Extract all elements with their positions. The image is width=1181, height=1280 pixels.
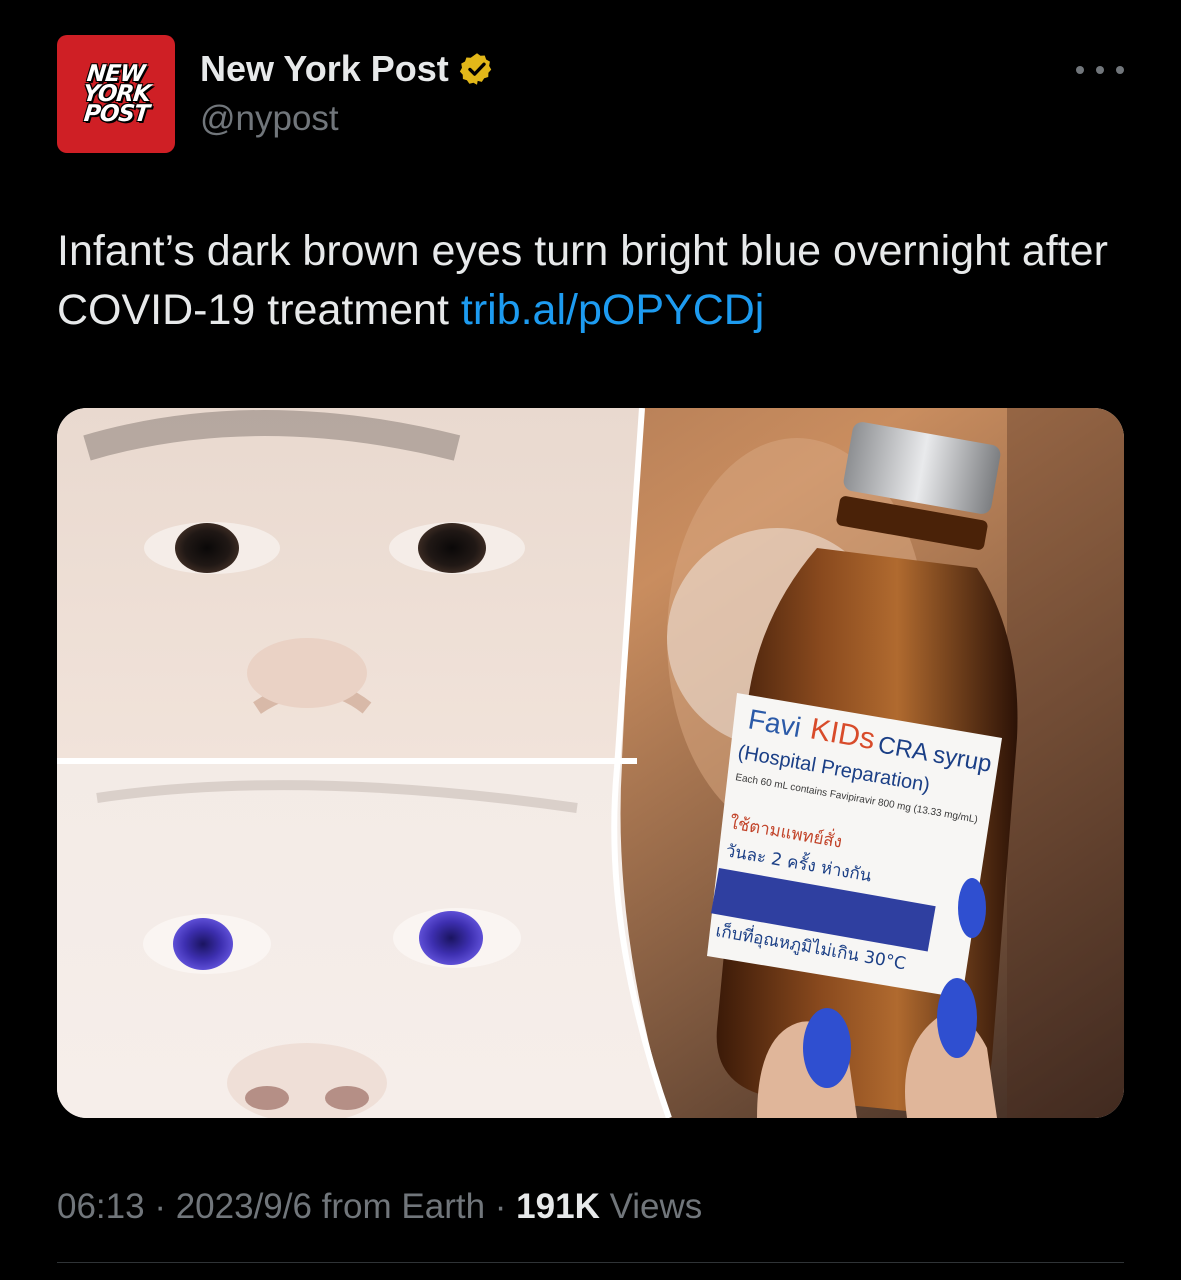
more-dot-icon — [1096, 66, 1104, 74]
verified-badge-icon[interactable] — [459, 51, 495, 87]
more-dot-icon — [1076, 66, 1084, 74]
views-label: Views — [599, 1187, 703, 1226]
avatar-logo-line-3: POST — [82, 101, 150, 127]
avatar[interactable]: NEW YORK POST — [57, 35, 175, 153]
tweet-date[interactable]: 2023/9/6 — [176, 1187, 312, 1226]
media-composite-svg: Favi KIDs CRA syrup (Hospital Preparatio… — [57, 408, 1124, 1118]
author-handle[interactable]: @nypost — [200, 97, 339, 141]
author-name-row: New York Post — [200, 47, 495, 91]
tweet-meta: 06:13 · 2023/9/6 from Earth · 191K Views — [57, 1180, 702, 1234]
tweet-link[interactable]: trib.al/pOPYCDj — [461, 286, 764, 334]
views-count[interactable]: 191K — [516, 1187, 600, 1226]
divider — [57, 1262, 1124, 1263]
author-display-name[interactable]: New York Post — [200, 47, 449, 91]
tweet-media-image[interactable]: Favi KIDs CRA syrup (Hospital Preparatio… — [57, 408, 1124, 1118]
tweet-text: Infant’s dark brown eyes turn bright blu… — [57, 222, 1127, 340]
tweet-source: from Earth — [311, 1187, 486, 1226]
meta-separator: · — [485, 1187, 517, 1226]
meta-separator: · — [144, 1187, 176, 1226]
more-dot-icon — [1116, 66, 1124, 74]
more-options-icon[interactable] — [1076, 55, 1124, 85]
tweet-header: NEW YORK POST New York Post @nypost — [57, 35, 1124, 155]
tweet-time[interactable]: 06:13 — [57, 1187, 145, 1226]
